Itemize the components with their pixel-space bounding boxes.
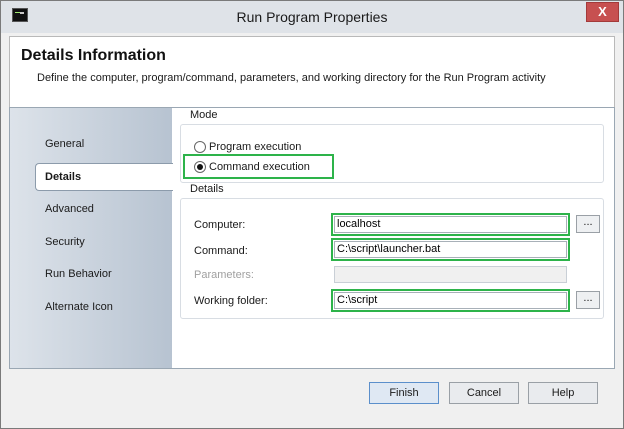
computer-highlight bbox=[331, 213, 570, 236]
close-button[interactable]: X bbox=[586, 2, 619, 22]
properties-body: General Details Advanced Security Run Be… bbox=[9, 107, 615, 369]
mode-group: Mode Program execution Command execution bbox=[180, 109, 604, 183]
details-group: Details Computer: localhost ... Command:… bbox=[180, 183, 604, 319]
sidebar-item-advanced[interactable]: Advanced bbox=[10, 198, 172, 220]
sidebar-item-general[interactable]: General bbox=[10, 133, 172, 155]
cancel-button[interactable]: Cancel bbox=[449, 382, 519, 404]
run-program-properties-dialog: Run Program Properties X Details Informa… bbox=[0, 0, 624, 429]
sidebar-item-alternate-icon[interactable]: Alternate Icon bbox=[10, 296, 172, 318]
sidebar-nav: General Details Advanced Security Run Be… bbox=[10, 108, 173, 368]
working-folder-highlight bbox=[331, 289, 570, 312]
working-folder-browse-button[interactable]: ... bbox=[576, 291, 600, 309]
computer-browse-button[interactable]: ... bbox=[576, 215, 600, 233]
sidebar-item-details[interactable]: Details bbox=[35, 163, 173, 191]
header-description: Define the computer, program/command, pa… bbox=[37, 72, 546, 84]
sidebar-item-run-behavior[interactable]: Run Behavior bbox=[10, 263, 172, 285]
parameters-label: Parameters: bbox=[194, 269, 254, 281]
sidebar-item-security[interactable]: Security bbox=[10, 231, 172, 253]
details-group-label: Details bbox=[188, 183, 226, 195]
finish-button[interactable]: Finish bbox=[369, 382, 439, 404]
mode-group-label: Mode bbox=[188, 109, 220, 121]
working-folder-label: Working folder: bbox=[194, 295, 268, 307]
command-execution-highlight bbox=[183, 154, 334, 179]
command-highlight bbox=[331, 238, 570, 261]
header-title: Details Information bbox=[21, 47, 166, 64]
window-title: Run Program Properties bbox=[236, 9, 388, 25]
details-header: Details Information Define the computer,… bbox=[9, 36, 615, 107]
computer-label: Computer: bbox=[194, 219, 246, 231]
program-execution-radio[interactable]: Program execution bbox=[194, 140, 301, 154]
command-label: Command: bbox=[194, 245, 248, 257]
title-bar: Run Program Properties X bbox=[1, 1, 623, 33]
help-button[interactable]: Help bbox=[528, 382, 598, 404]
parameters-field bbox=[334, 266, 567, 283]
